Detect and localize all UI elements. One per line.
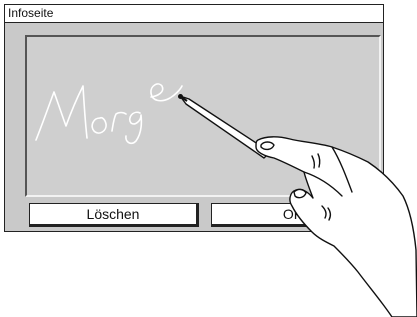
clear-button[interactable]: Löschen <box>29 203 199 227</box>
ok-button[interactable]: OK <box>211 203 377 227</box>
signature-canvas[interactable] <box>25 35 381 197</box>
window-titlebar: Infoseite <box>5 5 383 23</box>
window-title: Infoseite <box>8 6 54 20</box>
info-window: Infoseite Löschen OK <box>4 4 384 232</box>
